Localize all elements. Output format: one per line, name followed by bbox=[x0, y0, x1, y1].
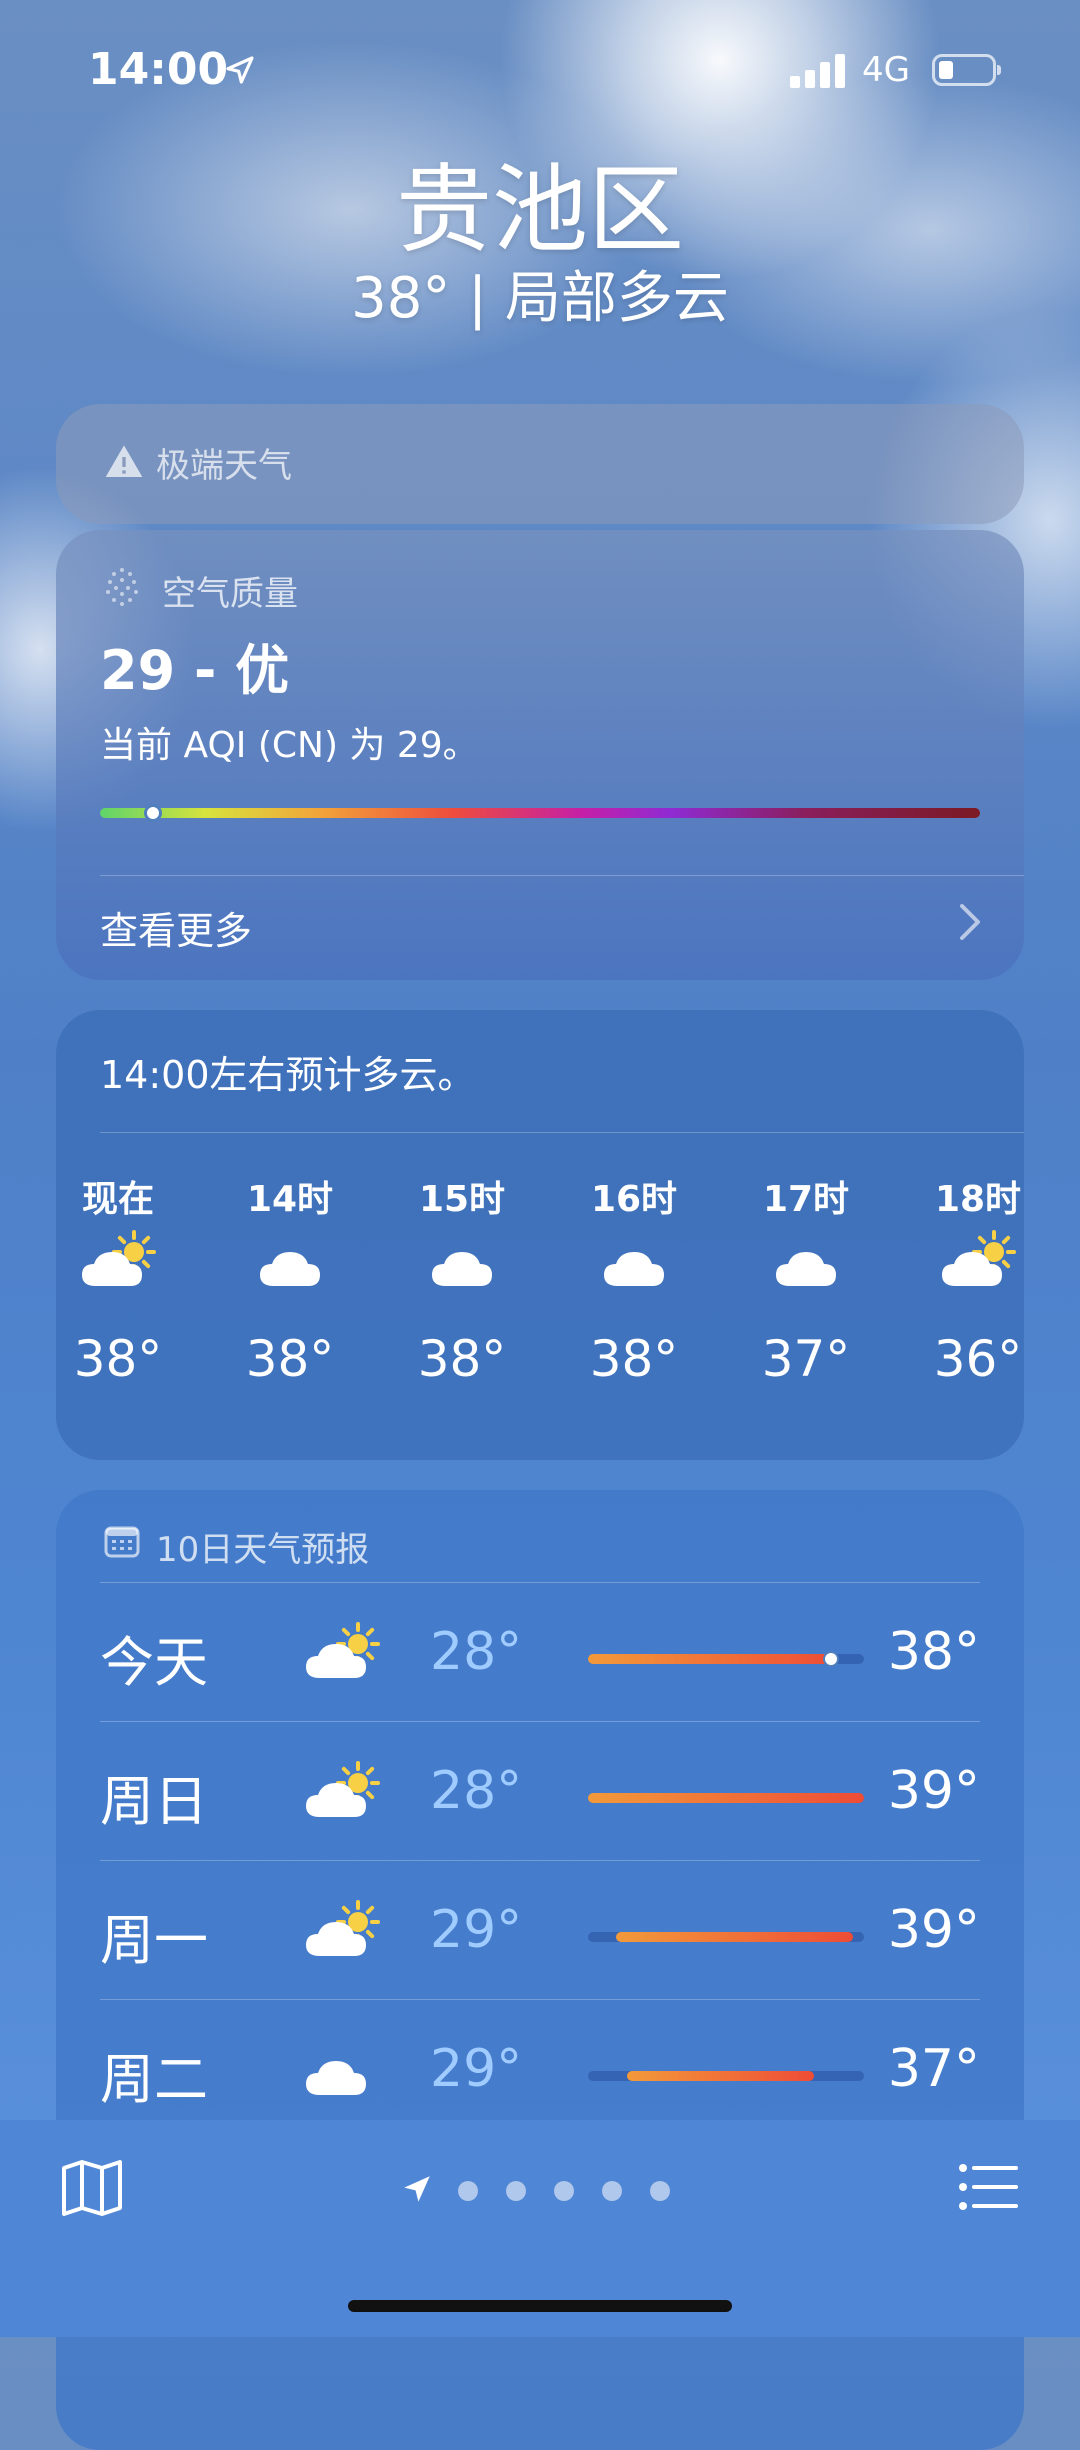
temp-range-fill bbox=[626, 2071, 815, 2081]
divider bbox=[100, 1999, 980, 2000]
partly-sunny-icon bbox=[918, 1230, 1024, 1330]
day-label: 周一 bbox=[100, 1909, 208, 1972]
high-temp: 39° bbox=[887, 1761, 980, 1821]
air-quality-icon bbox=[106, 568, 138, 606]
home-indicator bbox=[348, 2300, 732, 2312]
aqi-indicator bbox=[143, 804, 162, 822]
hourly-forecast-card[interactable]: 14:00左右预计多云。 现在 38° 14时 38° 15时 38° 16时 38°… bbox=[56, 1010, 1024, 1460]
list-icon[interactable] bbox=[958, 2162, 1018, 2212]
signal-icon bbox=[790, 54, 846, 88]
hour-label: 16时 bbox=[590, 1179, 678, 1220]
divider bbox=[100, 1721, 980, 1722]
aqi-description: 当前 AQI (CN) 为 29。 bbox=[100, 725, 479, 766]
hourly-item: 现在 38° bbox=[58, 1170, 178, 1388]
low-temp: 28° bbox=[430, 1622, 523, 1682]
low-temp: 29° bbox=[430, 1900, 523, 1960]
city-name: 贵池区 bbox=[396, 154, 684, 266]
hour-label: 17时 bbox=[762, 1179, 850, 1220]
air-quality-label: 空气质量 bbox=[162, 574, 298, 614]
high-temp: 38° bbox=[887, 1622, 980, 1682]
temp-range-track bbox=[588, 1651, 864, 1667]
cloud-icon bbox=[300, 2039, 390, 2109]
temp-range-fill bbox=[588, 1793, 864, 1803]
low-temp: 28° bbox=[430, 1761, 523, 1821]
temp-range-fill bbox=[588, 1654, 837, 1664]
hour-label: 现在 bbox=[81, 1179, 154, 1220]
hour-label: 14时 bbox=[246, 1179, 334, 1220]
low-temp: 29° bbox=[430, 2039, 523, 2099]
cloud-icon bbox=[402, 1230, 522, 1330]
aqi-scale-bar bbox=[100, 808, 980, 818]
temp-range-track bbox=[588, 1932, 864, 1942]
map-icon[interactable] bbox=[60, 2158, 124, 2218]
cloud-icon bbox=[574, 1230, 694, 1330]
hourly-item: 17时 37° bbox=[746, 1170, 866, 1388]
cloud-icon bbox=[230, 1230, 350, 1330]
hour-temp: 38° bbox=[589, 1330, 679, 1388]
hourly-summary: 14:00左右预计多云。 bbox=[100, 1053, 476, 1097]
high-temp: 37° bbox=[887, 2039, 980, 2099]
hourly-item: 16时 38° bbox=[574, 1170, 694, 1388]
temp-range-track bbox=[588, 1793, 864, 1803]
hour-temp: 37° bbox=[761, 1330, 851, 1388]
partly-sunny-icon bbox=[300, 1622, 390, 1692]
hourly-item: 18时 36° bbox=[918, 1170, 1024, 1388]
divider bbox=[100, 1582, 980, 1583]
battery-icon bbox=[932, 54, 1001, 86]
divider bbox=[100, 1860, 980, 1861]
aqi-value: 29 - 优 bbox=[100, 639, 290, 702]
partly-sunny-icon bbox=[58, 1230, 178, 1330]
alert-label: 极端天气 bbox=[156, 446, 292, 486]
page-dot[interactable] bbox=[506, 2181, 526, 2201]
network-type: 4G bbox=[862, 50, 910, 90]
hour-temp: 38° bbox=[73, 1330, 163, 1388]
daily-row[interactable]: 今天 28° 38° bbox=[100, 1582, 980, 1721]
page-dot[interactable] bbox=[602, 2181, 622, 2201]
current-condition: 38° | 局部多云 bbox=[351, 266, 729, 331]
daily-row[interactable]: 周一 29° 39° bbox=[100, 1860, 980, 1999]
temp-range-track bbox=[588, 2071, 864, 2081]
ten-day-label: 10日天气预报 bbox=[156, 1530, 370, 1570]
day-label: 周日 bbox=[100, 1770, 208, 1833]
page-indicator[interactable] bbox=[400, 2172, 680, 2212]
daily-row[interactable]: 周二 29° 37° bbox=[100, 1999, 980, 2138]
cloud-icon bbox=[746, 1230, 866, 1330]
hour-label: 18时 bbox=[934, 1179, 1022, 1220]
calendar-icon bbox=[104, 1526, 140, 1558]
hour-temp: 38° bbox=[245, 1330, 335, 1388]
temp-range-fill bbox=[615, 1932, 853, 1942]
hour-temp: 38° bbox=[417, 1330, 507, 1388]
day-label: 周二 bbox=[100, 2048, 208, 2111]
page-dot[interactable] bbox=[458, 2181, 478, 2201]
warning-icon bbox=[105, 445, 143, 477]
day-label: 今天 bbox=[100, 1631, 208, 1694]
partly-sunny-icon bbox=[300, 1761, 390, 1831]
hour-temp: 36° bbox=[933, 1330, 1023, 1388]
status-time: 14:00 bbox=[88, 44, 229, 95]
page-dot[interactable] bbox=[554, 2181, 574, 2201]
hourly-item: 15时 38° bbox=[402, 1170, 522, 1388]
hourly-item: 14时 38° bbox=[230, 1170, 350, 1388]
daily-row[interactable]: 周日 28° 39° bbox=[100, 1721, 980, 1860]
divider bbox=[100, 1132, 1024, 1133]
air-quality-card[interactable]: 空气质量 29 - 优 当前 AQI (CN) 为 29。 查看更多 bbox=[56, 530, 1024, 980]
divider bbox=[100, 875, 1024, 876]
page-dot[interactable] bbox=[650, 2181, 670, 2201]
hour-label: 15时 bbox=[418, 1179, 506, 1220]
location-arrow-icon bbox=[226, 56, 254, 84]
current-temp-marker bbox=[822, 1651, 839, 1667]
partly-sunny-icon bbox=[300, 1900, 390, 1970]
status-bar: 14:00 4G bbox=[0, 0, 1080, 140]
see-more-link[interactable]: 查看更多 bbox=[100, 900, 252, 955]
chevron-right-icon bbox=[960, 904, 980, 940]
location-header: 贵池区 38° | 局部多云 bbox=[0, 150, 1080, 334]
high-temp: 39° bbox=[887, 1900, 980, 1960]
location-arrow-icon bbox=[404, 2176, 430, 2202]
extreme-weather-card[interactable]: 极端天气 bbox=[56, 404, 1024, 524]
